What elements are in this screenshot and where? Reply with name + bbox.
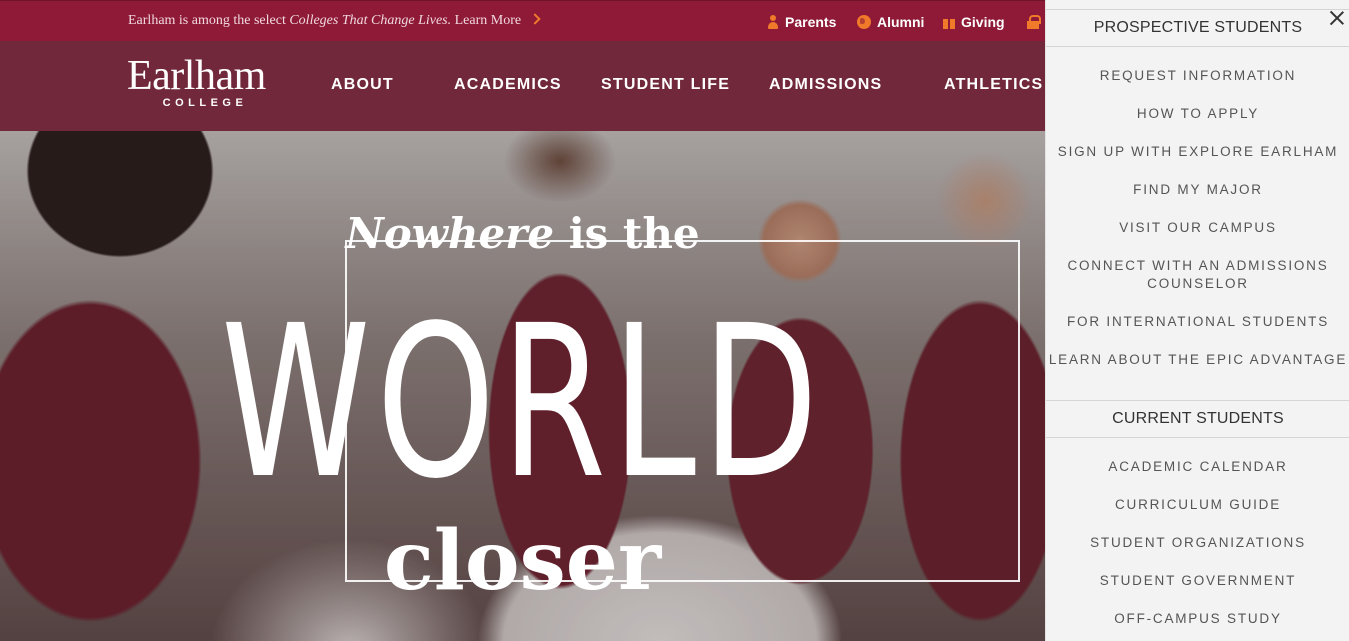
chevron-right-icon[interactable] — [529, 13, 541, 25]
panel-link-explore-earlham[interactable]: SIGN UP WITH EXPLORE EARLHAM — [1046, 143, 1349, 161]
panel-link-student-government[interactable]: STUDENT GOVERNMENT — [1046, 572, 1349, 590]
hero-headline-main: WORLD — [220, 280, 825, 525]
alumni-link[interactable]: Alumni — [857, 13, 924, 31]
panel-link-international[interactable]: FOR INTERNATIONAL STUDENTS — [1046, 313, 1349, 331]
panel-link-off-campus-study[interactable]: OFF-CAMPUS STUDY — [1046, 610, 1349, 628]
panel-link-curriculum-guide[interactable]: CURRICULUM GUIDE — [1046, 496, 1349, 514]
gift-icon — [943, 15, 955, 29]
promo-message: Earlham is among the select Colleges Tha… — [128, 13, 541, 29]
panel-link-how-to-apply[interactable]: HOW TO APPLY — [1046, 105, 1349, 123]
nav-academics[interactable]: ACADEMICS — [454, 76, 562, 94]
hero-headline-italic: Nowhere — [345, 209, 555, 258]
giving-label: Giving — [961, 14, 1005, 30]
nav-student-life[interactable]: STUDENT LIFE — [601, 76, 730, 94]
hero-headline-top: Nowhere is the — [0, 211, 1045, 257]
panel-link-visit-campus[interactable]: VISIT OUR CAMPUS — [1046, 219, 1349, 237]
person-icon — [767, 15, 779, 29]
nav-admissions[interactable]: ADMISSIONS — [769, 76, 882, 94]
promo-emphasis: Colleges That Change Lives. — [289, 13, 452, 28]
nav-athletics[interactable]: ATHLETICS — [944, 76, 1043, 94]
audience-side-panel: PROSPECTIVE STUDENTS REQUEST INFORMATION… — [1045, 0, 1349, 641]
learn-more-link[interactable]: Learn More — [451, 13, 521, 28]
panel-link-request-information[interactable]: REQUEST INFORMATION — [1046, 67, 1349, 85]
panel-link-admissions-counselor[interactable]: CONNECT WITH AN ADMISSIONS COUNSELOR — [1046, 257, 1349, 293]
panel-link-academic-calendar[interactable]: ACADEMIC CALENDAR — [1046, 458, 1349, 476]
nav-about[interactable]: ABOUT — [331, 76, 394, 94]
login-link[interactable] — [1027, 13, 1045, 31]
logo-wordmark: Earlham — [127, 53, 266, 99]
promo-prefix: Earlham is among the select — [128, 13, 290, 28]
hero-headline-rest: is the — [554, 209, 700, 258]
hero-headline-bottom: closer — [383, 513, 662, 609]
globe-icon — [857, 15, 871, 29]
parents-label: Parents — [785, 14, 837, 30]
section-title-current: CURRENT STUDENTS — [1046, 400, 1349, 438]
panel-link-student-organizations[interactable]: STUDENT ORGANIZATIONS — [1046, 534, 1349, 552]
giving-link[interactable]: Giving — [943, 13, 1005, 31]
section-title-prospective: PROSPECTIVE STUDENTS — [1046, 9, 1349, 47]
panel-link-find-major[interactable]: FIND MY MAJOR — [1046, 181, 1349, 199]
hero-banner: Nowhere is the WORLD closer — [0, 131, 1045, 641]
parents-link[interactable]: Parents — [767, 13, 836, 31]
lock-icon — [1027, 15, 1041, 29]
panel-link-epic-advantage[interactable]: LEARN ABOUT THE EPIC ADVANTAGE — [1046, 351, 1349, 369]
alumni-label: Alumni — [877, 14, 925, 30]
earlham-logo[interactable]: Earlham COLLEGE — [127, 55, 287, 109]
